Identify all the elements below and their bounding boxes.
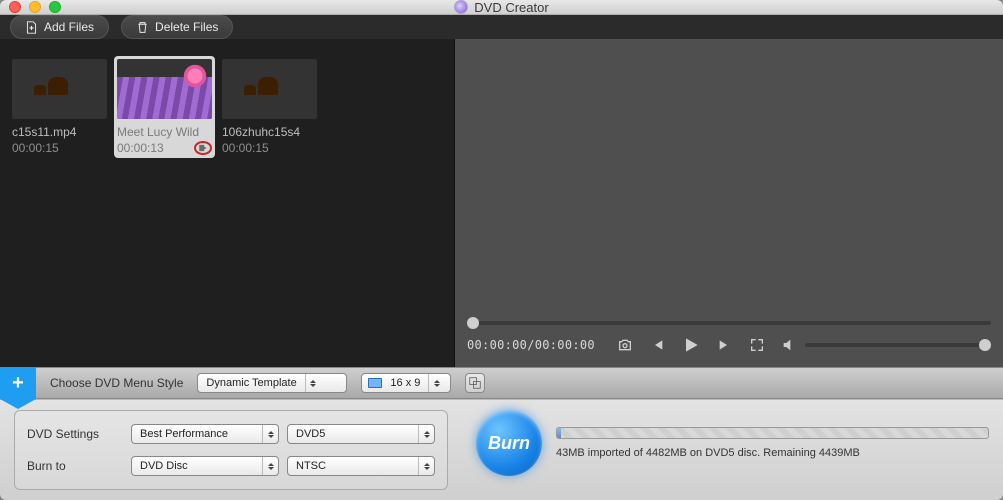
titlebar: DVD Creator xyxy=(0,0,1003,15)
seek-slider[interactable] xyxy=(467,321,991,325)
play-button[interactable] xyxy=(681,335,701,355)
preview-pane: 00:00:00/00:00:00 xyxy=(454,39,1003,367)
stepper-icon xyxy=(418,457,434,475)
app-window: DVD Creator Add Files Delete Files c15s1… xyxy=(0,0,1003,500)
toolbar: Add Files Delete Files xyxy=(0,15,1003,39)
add-files-label: Add Files xyxy=(44,20,94,34)
capacity-progress xyxy=(556,427,989,439)
main-area: c15s11.mp4 00:00:15 Meet Lucy Wild 00:00… xyxy=(0,39,1003,367)
fullscreen-button[interactable] xyxy=(749,337,765,353)
window-title: DVD Creator xyxy=(474,0,548,15)
plus-icon: + xyxy=(12,373,24,393)
minimize-window-button[interactable] xyxy=(29,1,41,13)
aspect-select[interactable]: 16 x 9 xyxy=(361,373,451,393)
burn-button[interactable]: Burn xyxy=(476,410,542,476)
burnto-label: Burn to xyxy=(27,459,123,473)
app-icon xyxy=(454,0,468,14)
delete-files-label: Delete Files xyxy=(155,20,218,34)
menu-style-label: Choose DVD Menu Style xyxy=(50,376,183,390)
capacity-fill xyxy=(557,428,561,438)
template-value: Dynamic Template xyxy=(198,377,304,389)
file-name: c15s11.mp4 xyxy=(12,125,107,139)
burn-label: Burn xyxy=(488,433,530,454)
file-thumbnail xyxy=(117,59,212,119)
burn-target-value: DVD Disc xyxy=(132,460,196,472)
stepper-icon xyxy=(418,425,434,443)
file-item[interactable]: Meet Lucy Wild 00:00:13 xyxy=(117,59,212,155)
tv-standard-value: NTSC xyxy=(288,460,334,472)
zoom-window-button[interactable] xyxy=(49,1,61,13)
window-controls xyxy=(9,1,61,13)
timecode: 00:00:00/00:00:00 xyxy=(467,338,595,352)
prev-button[interactable] xyxy=(649,337,665,353)
edit-icon xyxy=(198,143,208,153)
file-item[interactable]: 106zhuhc15s4 00:00:15 xyxy=(222,59,317,155)
aspect-value: 16 x 9 xyxy=(382,377,428,389)
file-item[interactable]: c15s11.mp4 00:00:15 xyxy=(12,59,107,155)
player-bar: 00:00:00/00:00:00 xyxy=(455,315,1003,367)
tv-standard-select[interactable]: NTSC xyxy=(287,456,435,476)
mute-button[interactable] xyxy=(781,337,797,353)
add-file-icon xyxy=(25,21,38,34)
disc-type-value: DVD5 xyxy=(288,428,333,440)
stepper-icon xyxy=(305,374,321,392)
settings-box: DVD Settings Best Performance DVD5 Burn … xyxy=(14,410,448,490)
burn-target-select[interactable]: DVD Disc xyxy=(131,456,279,476)
file-duration: 00:00:13 xyxy=(117,141,164,155)
dvd-settings-label: DVD Settings xyxy=(27,427,123,441)
edit-clip-button[interactable] xyxy=(194,141,212,155)
snapshot-button[interactable] xyxy=(617,337,633,353)
disc-type-select[interactable]: DVD5 xyxy=(287,424,435,444)
monitor-icon xyxy=(368,378,382,388)
file-name: 106zhuhc15s4 xyxy=(222,125,317,139)
file-duration: 00:00:15 xyxy=(222,141,269,155)
next-button[interactable] xyxy=(717,337,733,353)
bottom-panel: DVD Settings Best Performance DVD5 Burn … xyxy=(0,399,1003,500)
file-name: Meet Lucy Wild xyxy=(117,125,212,139)
volume-slider[interactable] xyxy=(805,343,991,347)
menu-style-marker[interactable]: + xyxy=(0,367,36,399)
customize-menu-button[interactable] xyxy=(465,373,485,393)
delete-files-button[interactable]: Delete Files xyxy=(121,15,233,39)
close-window-button[interactable] xyxy=(9,1,21,13)
add-files-button[interactable]: Add Files xyxy=(10,15,109,39)
trash-icon xyxy=(136,21,149,34)
menu-style-strip: + Choose DVD Menu Style Dynamic Template… xyxy=(0,367,1003,399)
status-text: 43MB imported of 4482MB on DVD5 disc. Re… xyxy=(556,447,989,459)
file-duration: 00:00:15 xyxy=(12,141,59,155)
performance-value: Best Performance xyxy=(132,428,236,440)
layout-icon xyxy=(469,377,481,389)
stepper-icon xyxy=(428,374,444,392)
file-list: c15s11.mp4 00:00:15 Meet Lucy Wild 00:00… xyxy=(0,39,454,367)
file-thumbnail xyxy=(222,59,317,119)
file-thumbnail xyxy=(12,59,107,119)
performance-select[interactable]: Best Performance xyxy=(131,424,279,444)
template-select[interactable]: Dynamic Template xyxy=(197,373,347,393)
stepper-icon xyxy=(262,425,278,443)
stepper-icon xyxy=(262,457,278,475)
